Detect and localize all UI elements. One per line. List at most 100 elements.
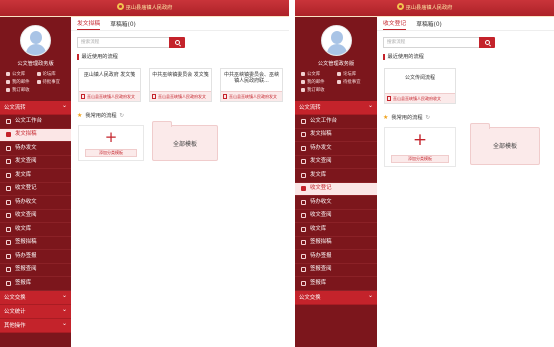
recent-card[interactable]: 巫山镇人民政府 发文笺 巫山县巫峡镇人民政府发文 [78,68,141,102]
sidebar-item[interactable]: 发文拟稿 [295,129,377,142]
tab-drafts-box[interactable]: 草稿箱(0) [416,19,442,30]
quick-link[interactable]: 待批事宜 [36,79,66,85]
menu-item-icon [301,186,306,192]
sidebar-item[interactable]: 发文拟稿 [0,128,71,142]
template-cards: + 添加分类模板 全部模板 [384,123,554,167]
menu-item-icon [301,240,306,246]
sidebar-item[interactable]: 发文查阅 [0,156,71,169]
sidebar-item[interactable]: 待办发文 [0,142,71,156]
quick-link[interactable]: 我的邮件 [301,79,335,85]
all-templates-folder[interactable]: 全部模板 [470,123,540,165]
sidebar: 公文管理政务版 公文库 论坛库 我的邮件 待批事宜 我订邮收 公文流转 公文工作… [0,17,71,347]
sidebar-item[interactable]: 待办发文 [295,142,377,156]
menu-item-icon [301,253,306,259]
quick-link[interactable]: 我订邮收 [6,87,35,93]
all-templates-folder[interactable]: 全部模板 [152,121,218,161]
menu-item-icon [6,172,11,178]
menu-section[interactable]: 公文交换 [0,289,71,305]
refresh-icon[interactable]: ↻ [426,115,431,121]
sidebar-item[interactable]: 收文查阅 [295,210,377,223]
sidebar: 公文管理政务版 公文库 论坛库 我的邮件 待批事宜 我订邮收 公文流转 公文工作… [295,17,377,347]
menu-item-icon [6,226,11,232]
document-icon [223,94,227,99]
recent-card[interactable]: 公文传阅流程 巫山县巫峡镇人民政府收文 [384,68,456,104]
menu-item-icon [301,159,306,165]
recent-cards: 巫山镇人民政府 发文笺 巫山县巫峡镇人民政府发文 中共巫峡镇委员会 发文笺 巫山县巫… [78,68,289,102]
search-row: 搜索流程 [383,37,554,48]
menu-item-icon [301,213,306,219]
recent-card[interactable]: 中共巫峡镇委员会、巫峡镇人民政府联... 巫山县巫峡镇人民政府发文 [220,68,283,102]
sidebar-item[interactable]: 签报查阅 [295,264,377,277]
quick-link[interactable]: 待批事宜 [337,79,371,85]
quick-link[interactable]: 论坛库 [36,71,66,77]
search-input[interactable]: 搜索流程 [383,37,479,48]
sidebar-item[interactable]: 发文库 [295,169,377,183]
menu-item-icon [301,118,306,124]
avatar[interactable] [320,25,352,56]
left-window: 巫山县庙镇人民政府 公文管理政务版 公文库 论坛库 我的邮件 待批事宜 我订邮收… [0,0,289,347]
sidebar-item[interactable]: 签报库 [0,277,71,291]
sidebar-item[interactable]: 收文库 [295,223,377,237]
sidebar-item[interactable]: 待办签报 [295,250,377,264]
forum-icon [36,72,41,76]
search-input[interactable]: 搜索流程 [77,37,169,48]
add-template-button[interactable]: + 添加分类模板 [78,125,144,161]
menu-item-icon [301,199,306,205]
inbox-icon [301,88,305,92]
menu-item-icon [6,118,11,124]
search-button[interactable] [169,37,185,48]
quick-link[interactable]: 公文库 [6,71,35,77]
document-icon [152,94,156,99]
menu-item-icon [301,267,306,273]
username: 公文管理政务版 [17,61,54,67]
doc-icon [301,72,305,76]
menu-item-icon [6,145,11,151]
quick-link[interactable]: 论坛库 [337,71,371,77]
menu-item-icon [6,213,11,219]
tab-draft[interactable]: 发文拟稿 [77,18,101,30]
plus-icon: + [412,130,428,150]
search-button[interactable] [479,37,495,48]
sidebar-item[interactable]: 待办收文 [0,196,71,210]
add-template-button[interactable]: + 添加分类模板 [384,127,456,167]
menu-section[interactable]: 其他操作 [0,317,71,333]
menu-section-main[interactable]: 公文流转 [295,99,377,115]
sidebar-item[interactable]: 签报拟稿 [0,237,71,250]
menu-section-main[interactable]: 公文流转 [0,99,71,115]
menu-item-icon [6,253,11,259]
sidebar-item[interactable]: 收文库 [0,223,71,237]
tab-drafts-box[interactable]: 草稿箱(0) [110,19,136,30]
main-content: 发文拟稿 草稿箱(0) 搜索流程 最近使用的流程 巫山镇人民政府 发文笺 巫山县巫… [71,17,289,347]
refresh-icon[interactable]: ↻ [120,113,125,119]
avatar[interactable] [20,25,51,56]
sidebar-item[interactable]: 收文登记 [0,183,71,196]
star-icon: ★ [77,112,83,119]
sidebar-item[interactable]: 待办签报 [0,250,71,264]
plus-icon: + [104,128,118,146]
menu-item-icon [6,186,11,192]
sidebar-item[interactable]: 收文登记 [295,182,377,196]
sidebar-item[interactable]: 待办收文 [295,196,377,210]
sidebar-item[interactable]: 签报查阅 [0,264,71,277]
quick-link[interactable]: 公文库 [301,71,335,77]
menu-section[interactable]: 公文统计 [0,303,71,319]
tab-receive-register[interactable]: 收文登记 [383,18,407,30]
sidebar-item[interactable]: 公文工作台 [0,115,71,129]
app-title: 巫山县庙镇人民政府 [405,5,453,11]
sidebar-item[interactable]: 公文工作台 [295,115,377,129]
recent-card[interactable]: 中共巫峡镇委员会 发文笺 巫山县巫峡镇人民政府发文 [149,68,212,102]
menu-item-icon [301,280,306,286]
menu-item-icon [6,132,11,138]
sidebar-item[interactable]: 发文查阅 [295,156,377,169]
tab-bar: 收文登记 草稿箱(0) [377,17,554,31]
task-icon [36,80,41,84]
document-icon [81,94,85,99]
sidebar-item[interactable]: 签报库 [295,277,377,291]
menu-section[interactable]: 公文交换 [295,289,377,305]
sidebar-item[interactable]: 收文查阅 [0,210,71,223]
menu-item-icon [301,145,306,151]
quick-link[interactable]: 我的邮件 [6,79,35,85]
sidebar-item[interactable]: 发文库 [0,169,71,183]
sidebar-item[interactable]: 签报拟稿 [295,237,377,250]
quick-link[interactable]: 我订邮收 [301,87,335,93]
